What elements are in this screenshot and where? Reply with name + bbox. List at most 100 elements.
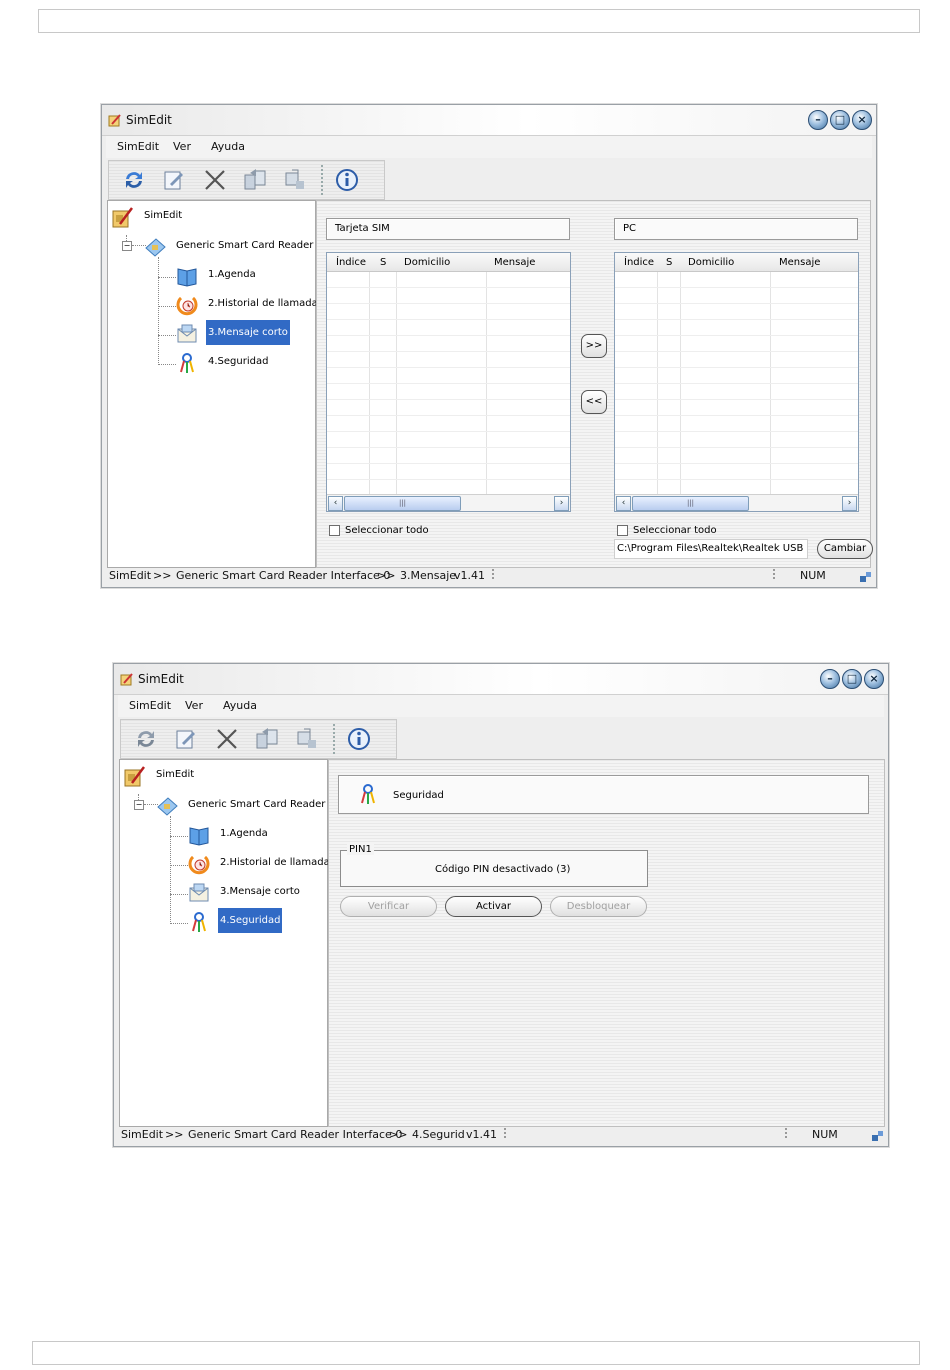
title-bar[interactable]: SimEdit – □ × — [114, 664, 888, 695]
agenda-icon — [177, 268, 197, 287]
tree-connector — [170, 816, 171, 924]
collapse-icon[interactable]: − — [134, 800, 144, 810]
change-path-button[interactable]: Cambiar — [817, 539, 873, 559]
status-num: NUM — [812, 1128, 838, 1141]
close-button[interactable]: × — [864, 669, 884, 689]
scroll-thumb[interactable]: ||| — [632, 496, 749, 511]
edit-icon[interactable] — [161, 167, 187, 193]
menu-ayuda[interactable]: Ayuda — [211, 140, 245, 153]
pc-select-all-checkbox[interactable] — [617, 525, 628, 536]
refresh-icon[interactable] — [121, 167, 147, 193]
close-button[interactable]: × — [852, 110, 872, 130]
delete-icon[interactable] — [214, 726, 240, 752]
status-divider — [492, 569, 494, 581]
security-header: Seguridad — [338, 775, 869, 814]
pin1-group-label: PIN1 — [347, 844, 374, 855]
maximize-icon: □ — [846, 672, 858, 685]
refresh-icon[interactable] — [133, 726, 159, 752]
status-divider — [773, 569, 775, 581]
tree-connector — [170, 894, 188, 895]
table-header: Índice S Domicilio Mensaje — [615, 253, 858, 272]
tree-connector — [170, 836, 188, 837]
column-header-indice[interactable]: Índice — [336, 257, 366, 268]
menu-simedit[interactable]: SimEdit — [117, 140, 159, 153]
sim-select-all-label[interactable]: Seleccionar todo — [345, 525, 429, 536]
status-separator: >> — [377, 569, 396, 582]
delete-icon[interactable] — [202, 167, 228, 193]
minimize-button[interactable]: – — [808, 110, 828, 130]
pc-panel-header: PC — [614, 218, 858, 240]
edit-icon[interactable] — [173, 726, 199, 752]
copy-to-pc-icon[interactable] — [254, 726, 280, 752]
column-header-domicilio[interactable]: Domicilio — [404, 257, 450, 268]
menu-simedit[interactable]: SimEdit — [129, 699, 171, 712]
pc-message-table[interactable]: Índice S Domicilio Mensaje ‹ ||| › — [614, 252, 859, 512]
column-header-domicilio[interactable]: Domicilio — [688, 257, 734, 268]
tree-label-selected: 4.Seguridad — [218, 908, 283, 933]
tree-connector — [158, 277, 176, 278]
horizontal-scrollbar[interactable]: ‹ ||| › — [327, 494, 570, 511]
column-header-s[interactable]: S — [380, 257, 386, 268]
sms-transfer-pane: Tarjeta SIM PC Índice S Domicilio Mensaj… — [316, 200, 873, 568]
minimize-button[interactable]: – — [820, 669, 840, 689]
tree-label: SimEdit — [156, 769, 195, 780]
toolbar-separator — [333, 724, 335, 754]
tree-label: 3.Mensaje corto — [220, 886, 300, 897]
status-reader: Generic Smart Card Reader Interface 0 — [188, 1128, 403, 1141]
agenda-icon — [189, 827, 209, 846]
status-separator: >> — [389, 1128, 408, 1141]
scroll-right-icon[interactable]: › — [842, 496, 857, 511]
resize-grip-icon[interactable] — [860, 570, 872, 582]
toolbar — [120, 719, 397, 759]
column-header-indice[interactable]: Índice — [624, 257, 654, 268]
activate-button[interactable]: Activar — [445, 896, 542, 917]
title-bar[interactable]: SimEdit – □ × — [102, 105, 876, 136]
menu-ver[interactable]: Ver — [173, 140, 191, 153]
verify-button[interactable]: Verificar — [340, 896, 437, 917]
tree-label: 2.Historial de llamadas — [208, 298, 323, 309]
column-header-s[interactable]: S — [666, 257, 672, 268]
tree-label: Generic Smart Card Reader Int — [188, 799, 342, 810]
navigation-tree: − SimEdit Generic Smart Card Reader Int … — [119, 759, 342, 1127]
scroll-left-icon[interactable]: ‹ — [616, 496, 631, 511]
app-icon — [108, 114, 121, 127]
scroll-thumb[interactable]: ||| — [344, 496, 461, 511]
resize-grip-icon[interactable] — [872, 1129, 884, 1141]
minimize-icon: – — [815, 113, 821, 126]
copy-to-sim-icon[interactable] — [294, 726, 320, 752]
message-icon — [177, 324, 197, 343]
info-icon[interactable] — [346, 726, 372, 752]
info-icon[interactable] — [334, 167, 360, 193]
transfer-to-sim-button[interactable]: << — [581, 390, 607, 414]
app-icon — [120, 673, 133, 686]
maximize-button[interactable]: □ — [842, 669, 862, 689]
copy-to-pc-icon[interactable] — [242, 167, 268, 193]
status-version: v1.41 — [466, 1128, 498, 1141]
page-header-frame — [38, 9, 920, 33]
pc-path-field[interactable]: C:\Program Files\Realtek\Realtek USB 2.0 — [614, 539, 808, 559]
status-num: NUM — [800, 569, 826, 582]
scroll-right-icon[interactable]: › — [554, 496, 569, 511]
horizontal-scrollbar[interactable]: ‹ ||| › — [615, 494, 858, 511]
collapse-icon[interactable]: − — [122, 241, 132, 251]
status-section: 3.Mensaje — [400, 569, 457, 582]
sim-select-all-checkbox[interactable] — [329, 525, 340, 536]
menu-bar: SimEdit Ver Ayuda — [106, 136, 872, 158]
sim-panel-title: Tarjeta SIM — [335, 223, 390, 234]
transfer-to-pc-button[interactable]: >> — [581, 334, 607, 358]
pc-select-all-label[interactable]: Seleccionar todo — [633, 525, 717, 536]
close-icon: × — [857, 113, 867, 126]
minimize-icon: – — [827, 672, 833, 685]
scroll-left-icon[interactable]: ‹ — [328, 496, 343, 511]
copy-to-sim-icon[interactable] — [282, 167, 308, 193]
sim-message-table[interactable]: Índice S Domicilio Mensaje ‹ ||| › — [326, 252, 571, 512]
menu-ver[interactable]: Ver — [185, 699, 203, 712]
menu-ayuda[interactable]: Ayuda — [223, 699, 257, 712]
simedit-icon — [124, 766, 145, 787]
column-header-mensaje[interactable]: Mensaje — [779, 257, 820, 268]
tree-connector — [170, 865, 188, 866]
toolbar-separator — [321, 165, 323, 195]
maximize-button[interactable]: □ — [830, 110, 850, 130]
column-header-mensaje[interactable]: Mensaje — [494, 257, 535, 268]
unblock-button[interactable]: Desbloquear — [550, 896, 647, 917]
